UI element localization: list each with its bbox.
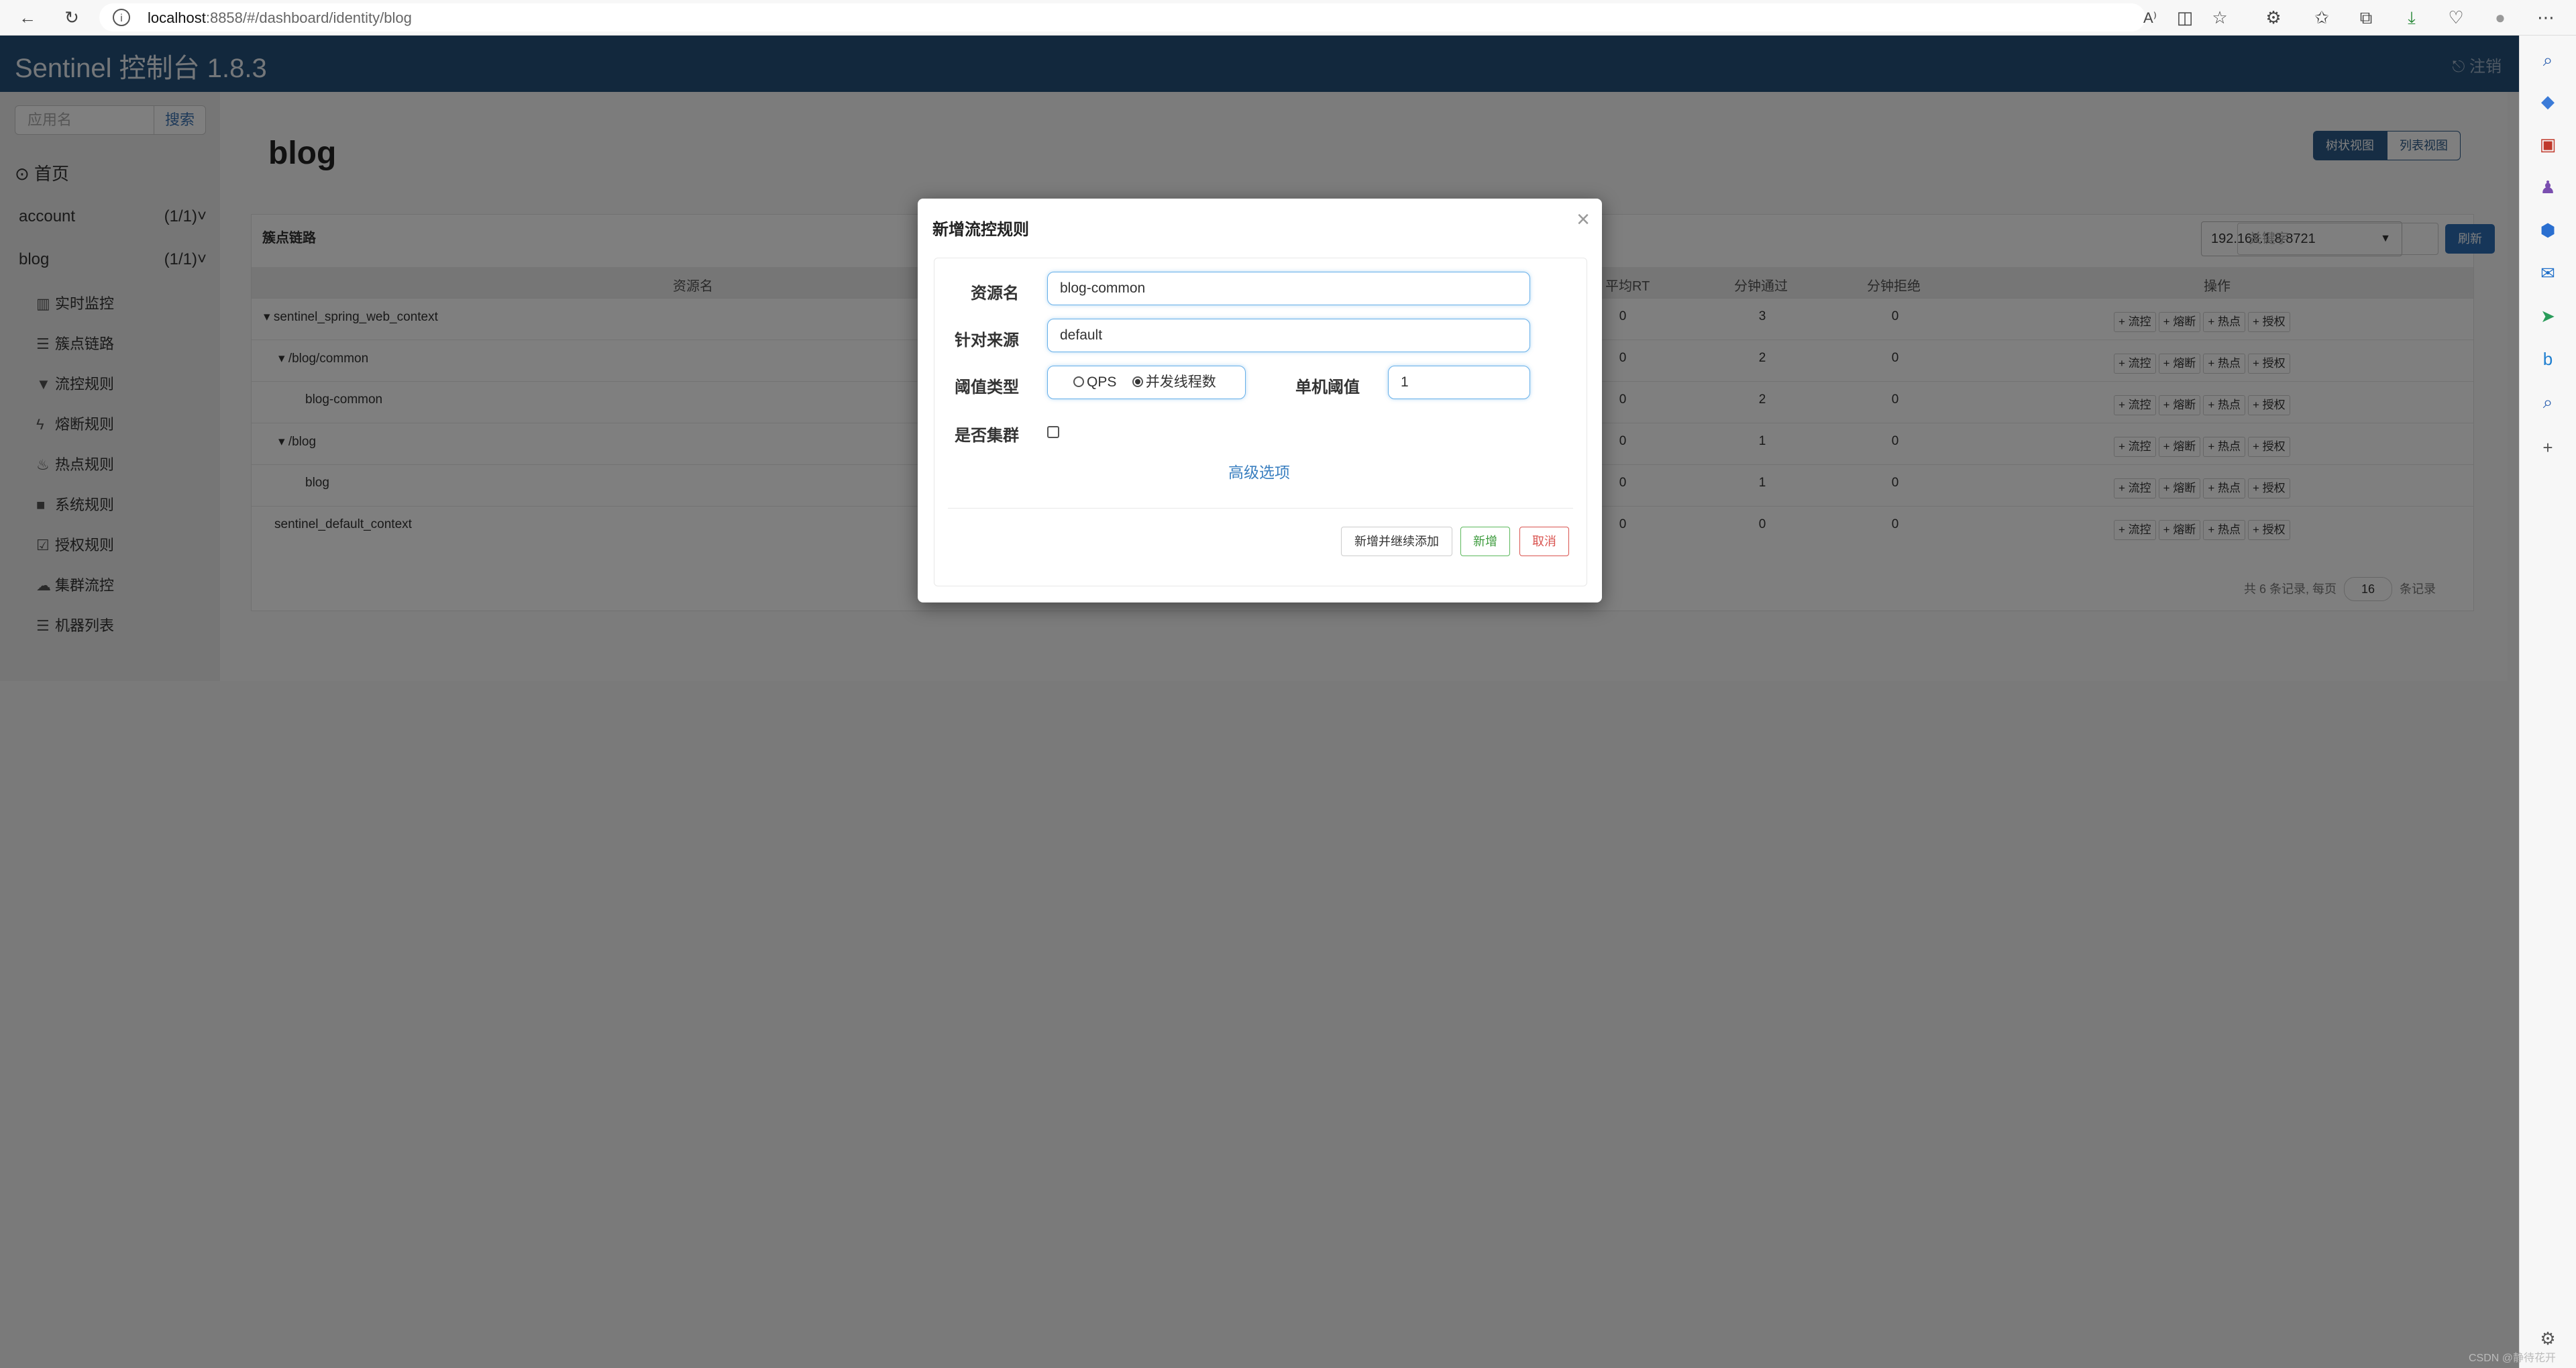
close-icon[interactable]: ×: [1576, 207, 1590, 233]
cancel-button[interactable]: 取消: [1519, 527, 1569, 556]
favorite-star-icon[interactable]: ☆: [2203, 0, 2237, 36]
browser-toolbar: ← ↻ i localhost:8858/#/dashboard/identit…: [0, 0, 2576, 36]
browser-edge-sidebar: ⌕ ◆ ▣ ♟ ⬢ ✉ ➤ b ⌕ + ⚙: [2519, 36, 2576, 1368]
resource-name-input[interactable]: blog-common: [1047, 272, 1530, 305]
bing-icon[interactable]: b: [2533, 344, 2563, 374]
resource-label: 资源名: [971, 284, 1019, 303]
qps-radio[interactable]: QPS: [1073, 374, 1116, 390]
cluster-label: 是否集群: [955, 427, 1019, 445]
back-arrow-icon[interactable]: ←: [11, 0, 44, 36]
add-flow-rule-dialog: 新增流控规则 × 资源名 blog-common 针对来源 default 阈值…: [918, 199, 1602, 602]
favorites-icon[interactable]: ✩: [2305, 0, 2339, 36]
limit-origin-input[interactable]: default: [1047, 319, 1530, 352]
url-host: localhost: [148, 9, 206, 26]
drop-icon[interactable]: ➤: [2533, 301, 2563, 331]
reload-icon[interactable]: ↻: [55, 0, 89, 36]
address-url: localhost:8858/#/dashboard/identity/blog: [148, 9, 412, 27]
count-label: 单机阈值: [1295, 378, 1360, 397]
health-icon[interactable]: ♡: [2439, 0, 2473, 36]
more-menu-icon[interactable]: ⋯: [2529, 0, 2563, 36]
cluster-checkbox[interactable]: [1047, 426, 1059, 438]
radio-unchecked-icon: [1073, 376, 1084, 387]
advanced-options-link[interactable]: 高级选项: [1228, 460, 1290, 482]
threshold-input[interactable]: 1: [1388, 366, 1530, 399]
bing-search-icon[interactable]: ⌕: [2533, 387, 2563, 417]
search-icon[interactable]: ⌕: [2533, 45, 2563, 74]
site-info-icon[interactable]: i: [113, 9, 130, 26]
reader-view-icon[interactable]: ◫: [2168, 0, 2202, 36]
add-button[interactable]: 新增: [1460, 527, 1510, 556]
radio-checked-icon: [1132, 376, 1143, 387]
thread-radio[interactable]: 并发线程数: [1132, 374, 1216, 390]
divider: [948, 508, 1573, 509]
url-path: :8858/#/dashboard/identity/blog: [205, 9, 412, 26]
collections-icon[interactable]: ⧉: [2349, 0, 2383, 36]
origin-label: 针对来源: [955, 331, 1019, 350]
read-aloud-icon[interactable]: A⁾: [2133, 0, 2167, 36]
add-icon[interactable]: +: [2533, 433, 2563, 462]
profile-avatar-icon[interactable]: ●: [2483, 0, 2517, 36]
watermark: CSDN @静待花开: [2469, 1353, 2557, 1364]
grade-label: 阈值类型: [955, 378, 1019, 397]
add-and-continue-button[interactable]: 新增并继续添加: [1341, 527, 1452, 556]
tools-icon[interactable]: ▣: [2533, 129, 2563, 159]
address-bar[interactable]: i localhost:8858/#/dashboard/identity/bl…: [99, 3, 2145, 32]
dialog-form: 资源名 blog-common 针对来源 default 阈值类型 QPS 并发…: [934, 258, 1587, 586]
outlook-icon[interactable]: ✉: [2533, 258, 2563, 288]
games-icon[interactable]: ♟: [2533, 172, 2563, 202]
extensions-icon[interactable]: ⚙: [2257, 0, 2290, 36]
shopping-tag-icon[interactable]: ◆: [2533, 87, 2563, 116]
office-icon[interactable]: ⬢: [2533, 215, 2563, 245]
dialog-title: 新增流控规则: [932, 221, 1029, 239]
download-icon[interactable]: ⤓: [2395, 0, 2428, 36]
grade-radio-group: QPS 并发线程数: [1047, 366, 1246, 399]
